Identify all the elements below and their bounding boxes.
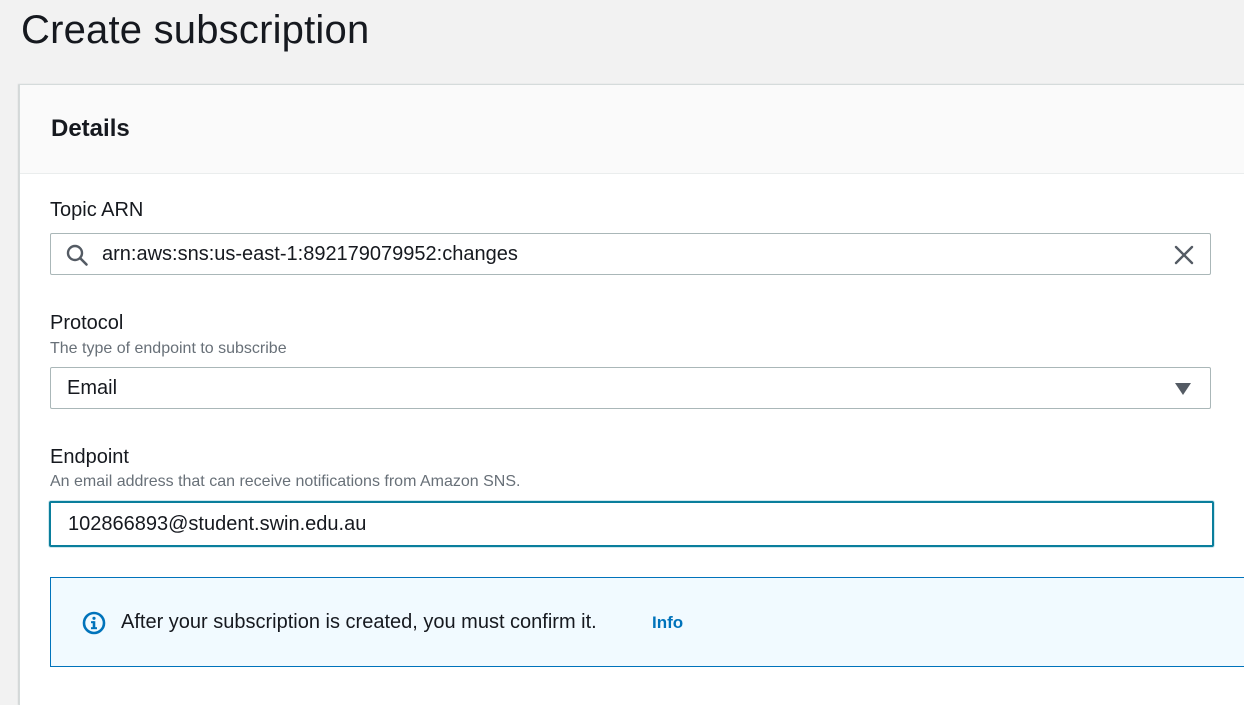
confirmation-alert: After your subscription is created, you … [50,577,1244,667]
topic-arn-field[interactable]: arn:aws:sns:us-east-1:892179079952:chang… [50,233,1211,275]
endpoint-description: An email address that can receive notifi… [50,473,521,490]
topic-arn-value[interactable]: arn:aws:sns:us-east-1:892179079952:chang… [102,234,518,274]
alert-message: After your subscription is created, you … [121,611,597,633]
topic-arn-label: Topic ARN [50,199,144,221]
protocol-select[interactable]: Email [50,367,1211,409]
endpoint-value[interactable]: 102866893@student.swin.edu.au [68,503,366,545]
protocol-description: The type of endpoint to subscribe [50,340,287,357]
endpoint-input[interactable]: 102866893@student.swin.edu.au [49,501,1214,547]
page-title: Create subscription [21,8,370,52]
protocol-selected-value: Email [67,376,118,399]
protocol-label: Protocol [50,312,124,334]
details-heading: Details [51,115,130,142]
endpoint-label: Endpoint [50,446,129,468]
details-header: Details [20,85,1244,174]
info-link[interactable]: Info [652,612,683,634]
